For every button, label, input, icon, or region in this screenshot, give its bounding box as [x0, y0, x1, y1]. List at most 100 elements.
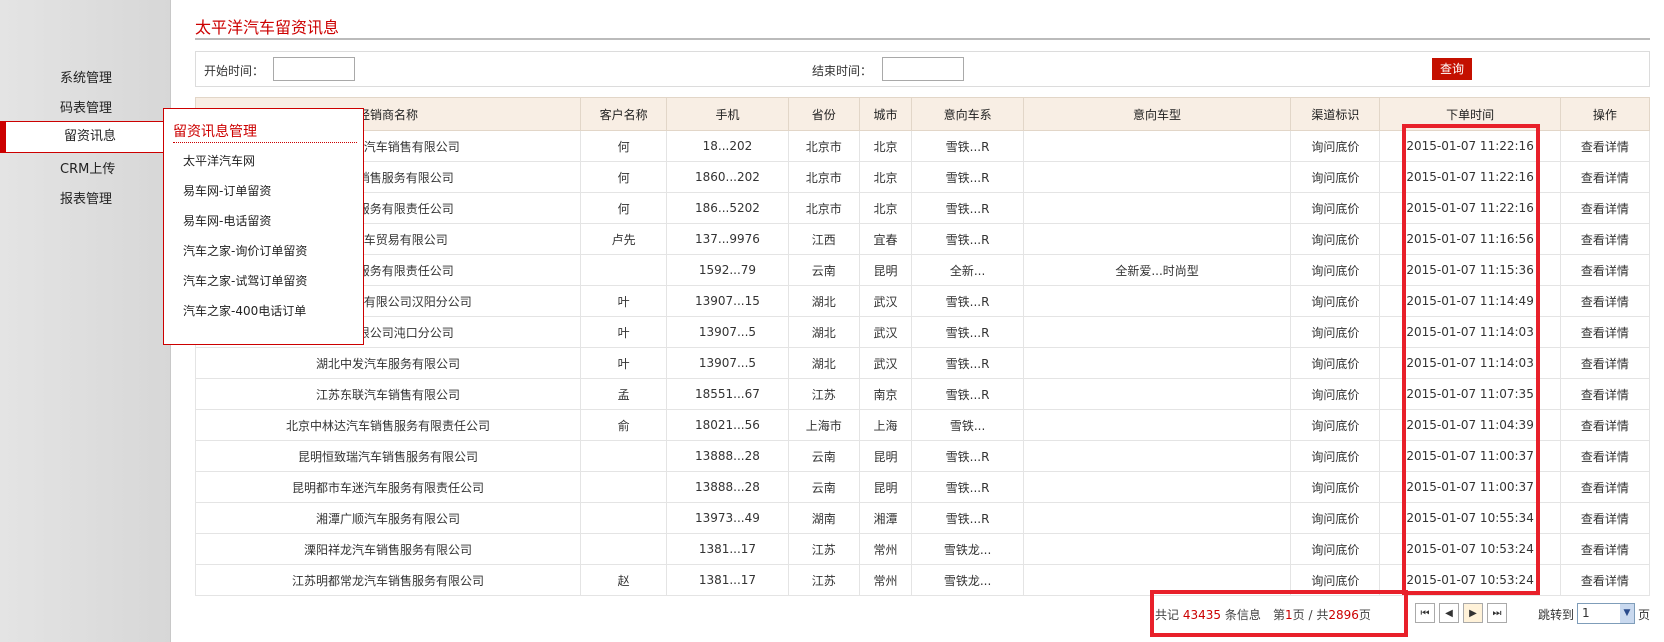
page-select-value: 1: [1582, 606, 1590, 620]
table-cell: [1022, 223, 1292, 255]
table-cell: 昆明: [858, 440, 913, 472]
view-details-link[interactable]: 查看详情: [1559, 533, 1651, 565]
sidebar-item-reports[interactable]: 报表管理: [0, 185, 170, 215]
table-cell: 雪铁...R: [911, 223, 1024, 255]
search-bar: 开始时间： 结束时间： 查询: [195, 51, 1650, 87]
prev-page-button[interactable]: ◀: [1439, 603, 1459, 623]
view-details-link[interactable]: 查看详情: [1559, 223, 1651, 255]
table-cell: 湖北: [787, 285, 860, 317]
table-cell: 13907...5: [666, 347, 789, 379]
table-cell: [1022, 285, 1292, 317]
table-cell: 雪铁...R: [911, 471, 1024, 503]
table-cell: 全新爱...时尚型: [1022, 254, 1292, 286]
first-page-button[interactable]: ⏮: [1415, 603, 1435, 623]
table-cell: 宜春: [858, 223, 913, 255]
column-header: 城市: [858, 97, 913, 131]
submenu-item-autohome-400[interactable]: 汽车之家-400电话订单: [183, 302, 306, 319]
last-page-button[interactable]: ⏭: [1487, 603, 1507, 623]
table-cell: 13888...28: [666, 440, 789, 472]
table-cell: 全新...: [911, 254, 1024, 286]
query-button[interactable]: 查询: [1432, 58, 1472, 80]
table-cell: 雪铁龙...: [911, 564, 1024, 596]
view-details-link[interactable]: 查看详情: [1559, 409, 1651, 441]
page-indicator: 第1页 / 共2896页: [1273, 606, 1371, 623]
table-cell: [1022, 161, 1292, 193]
table-cell: 北京: [858, 161, 913, 193]
table-cell: 何: [580, 161, 668, 193]
order-time-highlight: [1402, 124, 1540, 595]
table-cell: 18...202: [666, 130, 789, 162]
end-time-input[interactable]: [882, 57, 964, 81]
table-cell: 常州: [858, 533, 913, 565]
table-cell: [1022, 192, 1292, 224]
view-details-link[interactable]: 查看详情: [1559, 316, 1651, 348]
table-cell: 湖南: [787, 502, 860, 534]
next-page-button[interactable]: ▶: [1463, 603, 1483, 623]
table-cell: 溧阳祥龙汽车销售服务有限公司: [194, 533, 582, 565]
sidebar-item-leads[interactable]: 留资讯息: [0, 121, 170, 153]
submenu-item-autohome-inquiry[interactable]: 汽车之家-询价订单留资: [183, 242, 307, 259]
table-cell: 雪铁...R: [911, 130, 1024, 162]
page-select[interactable]: 1 ▼: [1577, 603, 1635, 624]
table-cell: 江苏: [787, 378, 860, 410]
table-cell: 上海: [858, 409, 913, 441]
table-cell: [1022, 440, 1292, 472]
view-details-link[interactable]: 查看详情: [1559, 471, 1651, 503]
submenu-item-yiche-order[interactable]: 易车网-订单留资: [183, 182, 271, 199]
total-prefix: 共记: [1155, 608, 1180, 622]
title-divider: [195, 38, 1650, 40]
sidebar-item-label: 系统管理: [60, 71, 113, 86]
view-details-link[interactable]: 查看详情: [1559, 285, 1651, 317]
table-cell: 江苏明都常龙汽车销售服务有限公司: [194, 564, 582, 596]
view-details-link[interactable]: 查看详情: [1559, 161, 1651, 193]
table-cell: 雪铁...R: [911, 378, 1024, 410]
table-cell: 江苏: [787, 533, 860, 565]
table-cell: 湖北中发汽车服务有限公司: [194, 347, 582, 379]
page-suffix: 页: [1358, 608, 1371, 622]
table-cell: 18551...67: [666, 378, 789, 410]
table-cell: 雪铁...R: [911, 192, 1024, 224]
table-cell: 雪铁...R: [911, 161, 1024, 193]
column-header: 客户名称: [580, 97, 668, 131]
sidebar-item-code-table[interactable]: 码表管理: [0, 94, 170, 124]
view-details-link[interactable]: 查看详情: [1559, 502, 1651, 534]
table-cell: 询问底价: [1290, 533, 1381, 565]
table-cell: [1022, 533, 1292, 565]
table-cell: 武汉: [858, 316, 913, 348]
table-cell: 雪铁...R: [911, 502, 1024, 534]
table-cell: 湘潭: [858, 502, 913, 534]
sidebar-item-crm-upload[interactable]: CRM上传: [0, 155, 170, 185]
view-details-link[interactable]: 查看详情: [1559, 192, 1651, 224]
view-details-link[interactable]: 查看详情: [1559, 347, 1651, 379]
start-time-input[interactable]: [273, 57, 355, 81]
table-cell: 云南: [787, 440, 860, 472]
table-cell: 湖北: [787, 347, 860, 379]
table-cell: 北京市: [787, 130, 860, 162]
table-cell: 13907...5: [666, 316, 789, 348]
table-cell: 昆明都市车迷汽车服务有限责任公司: [194, 471, 582, 503]
view-details-link[interactable]: 查看详情: [1559, 254, 1651, 286]
table-cell: 13888...28: [666, 471, 789, 503]
page-title: 太平洋汽车留资讯息: [195, 18, 340, 37]
table-cell: [1022, 347, 1292, 379]
table-cell: 武汉: [858, 347, 913, 379]
column-header: 操作: [1559, 97, 1651, 131]
view-details-link[interactable]: 查看详情: [1559, 564, 1651, 596]
total-count: 共记 43435 条信息: [1155, 606, 1261, 623]
table-cell: [1022, 130, 1292, 162]
view-details-link[interactable]: 查看详情: [1559, 130, 1651, 162]
submenu-item-autohome-testdrive[interactable]: 汽车之家-试驾订单留资: [183, 272, 307, 289]
submenu-item-pcauto[interactable]: 太平洋汽车网: [183, 152, 255, 169]
view-details-link[interactable]: 查看详情: [1559, 378, 1651, 410]
submenu-item-yiche-phone[interactable]: 易车网-电话留资: [183, 212, 271, 229]
table-cell: 卢先: [580, 223, 668, 255]
table-cell: 叶: [580, 285, 668, 317]
table-cell: 湖北: [787, 316, 860, 348]
page-prefix: 第: [1273, 608, 1286, 622]
table-cell: 何: [580, 130, 668, 162]
table-cell: 叶: [580, 347, 668, 379]
table-cell: 孟: [580, 378, 668, 410]
current-page: 1: [1285, 608, 1293, 622]
sidebar-item-system[interactable]: 系统管理: [0, 64, 170, 94]
view-details-link[interactable]: 查看详情: [1559, 440, 1651, 472]
